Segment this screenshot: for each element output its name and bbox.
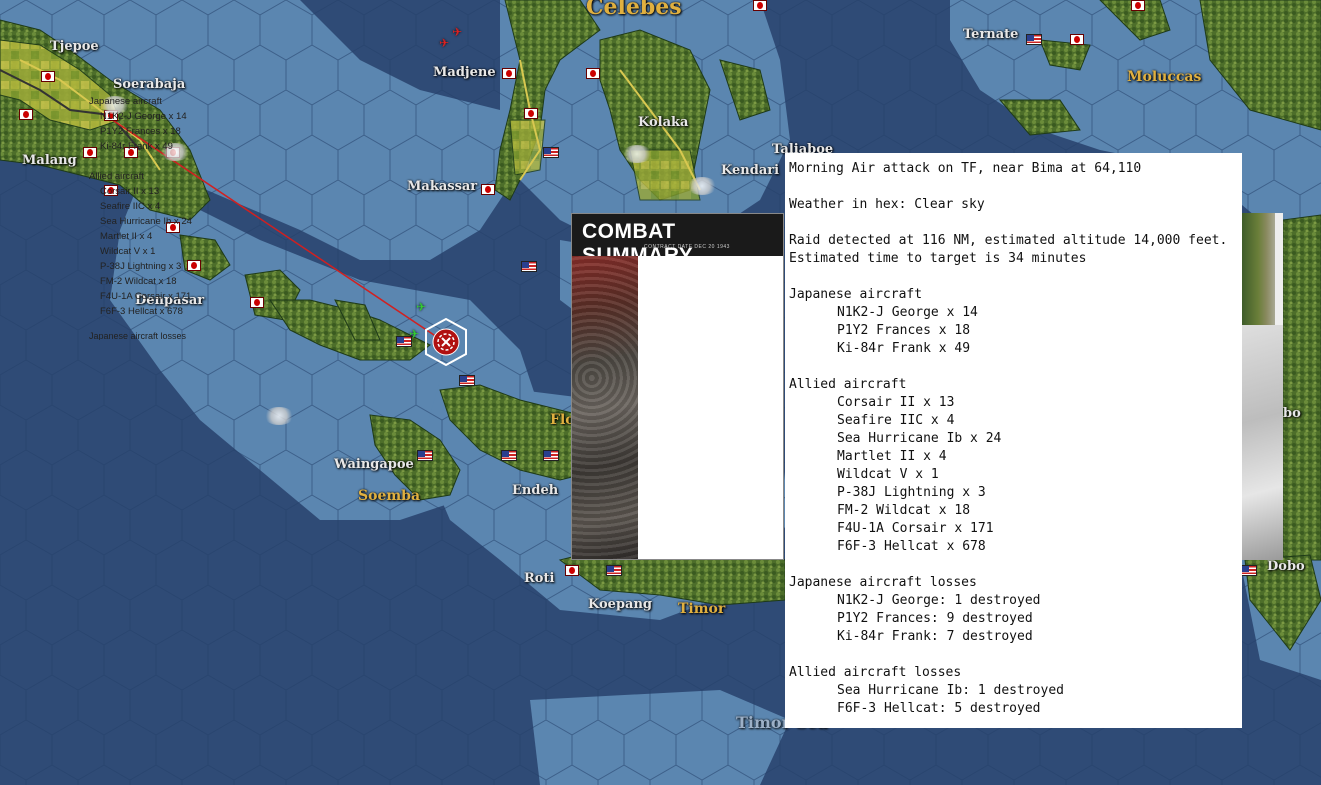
- allied-base-flag[interactable]: [1026, 34, 1042, 45]
- place-right-partial: bo: [1283, 406, 1301, 421]
- allied-base-flag[interactable]: [417, 450, 433, 461]
- japanese-base-flag[interactable]: [586, 68, 600, 79]
- summary-list-item: Seafire IIC x 4: [100, 201, 161, 212]
- report-japanese-losses-header: Japanese aircraft losses: [789, 575, 977, 590]
- report-loss-line: Sea Hurricane Ib: 1 destroyed: [837, 683, 1064, 698]
- summary-photo: [572, 256, 638, 559]
- report-aircraft-line: Seafire IIC x 4: [837, 413, 955, 428]
- japanese-base-flag[interactable]: [753, 0, 767, 11]
- report-aircraft-line: Ki-84r Frank x 49: [837, 341, 971, 356]
- region-soemba: Soemba: [358, 488, 421, 504]
- report-aircraft-line: Corsair II x 13: [837, 395, 955, 410]
- allied-base-flag[interactable]: [606, 565, 622, 576]
- weather-cloud-icon: [622, 145, 652, 163]
- region-moluccas: Moluccas: [1127, 69, 1202, 85]
- place-roti[interactable]: Roti: [524, 571, 554, 586]
- report-aircraft-line: FM-2 Wildcat x 18: [837, 503, 971, 518]
- place-soerabaja[interactable]: Soerabaja: [113, 77, 185, 92]
- japanese-base-flag[interactable]: [565, 565, 579, 576]
- place-madjene[interactable]: Madjene: [433, 65, 496, 80]
- summary-list-item: Wildcat V x 1: [100, 246, 156, 257]
- place-makassar[interactable]: Makassar: [407, 179, 477, 194]
- summary-list-item: N1K2-J George x 14: [100, 111, 187, 122]
- report-loss-line: F6F-3 Hellcat: 5 destroyed: [837, 701, 1041, 716]
- task-force-marker-icon[interactable]: [424, 318, 468, 366]
- japanese-base-flag[interactable]: [502, 68, 516, 79]
- japanese-base-flag[interactable]: [1070, 34, 1084, 45]
- report-aircraft-line: Sea Hurricane Ib x 24: [837, 431, 1002, 446]
- place-malang[interactable]: Malang: [22, 153, 77, 168]
- report-allied-losses-header: Allied aircraft losses: [789, 665, 962, 680]
- place-kolaka[interactable]: Kolaka: [638, 115, 688, 130]
- japanese-air-unit-icon[interactable]: ✈: [452, 25, 462, 39]
- summary-allied-header: Allied aircraft: [89, 171, 144, 182]
- background-photo-partial: [1242, 213, 1283, 560]
- summary-list-item: P-38J Lightning x 3: [100, 261, 182, 272]
- place-ternate[interactable]: Ternate: [963, 27, 1018, 42]
- weather-cloud-icon: [264, 407, 294, 425]
- japanese-base-flag[interactable]: [524, 108, 538, 119]
- summary-banner: COMBAT SUMMARY CONTRACT DATE DEC 20 1943: [572, 214, 783, 267]
- place-kendari[interactable]: Kendari: [721, 163, 779, 178]
- report-loss-line: N1K2-J George: 1 destroyed: [837, 593, 1041, 608]
- place-dobo[interactable]: Dobo: [1267, 559, 1305, 574]
- report-aircraft-line: N1K2-J George x 14: [837, 305, 978, 320]
- japanese-base-flag[interactable]: [41, 71, 55, 82]
- allied-air-unit-icon[interactable]: ✈: [416, 300, 426, 314]
- weather-cloud-icon: [687, 177, 717, 195]
- summary-list-item: Sea Hurricane Ib x 24: [100, 216, 192, 227]
- summary-list-item: F4U-1A Corsair x 171: [100, 291, 192, 302]
- allied-base-flag[interactable]: [543, 147, 559, 158]
- summary-japanese-header: Japanese aircraft: [89, 96, 162, 107]
- allied-base-flag[interactable]: [459, 375, 475, 386]
- japanese-base-flag[interactable]: [1131, 0, 1145, 11]
- place-tjepoe[interactable]: Tjepoe: [50, 39, 99, 54]
- place-koepang[interactable]: Koepang: [588, 597, 652, 612]
- report-aircraft-line: F6F-3 Hellcat x 678: [837, 539, 986, 554]
- report-aircraft-line: Martlet II x 4: [837, 449, 947, 464]
- summary-list-item: FM-2 Wildcat x 18: [100, 276, 177, 287]
- report-headline: Morning Air attack on TF, near Bima at 6…: [789, 161, 1142, 176]
- report-raid-detected: Raid detected at 116 NM, estimated altit…: [789, 233, 1228, 248]
- summary-list-item: Corsair II x 13: [100, 186, 160, 197]
- summary-list-item: P1Y2 Frances x 18: [100, 126, 181, 137]
- summary-paper: [638, 256, 783, 559]
- report-loss-line: Ki-84r Frank: 7 destroyed: [837, 629, 1033, 644]
- summary-list-item: Martlet II x 4: [100, 231, 153, 242]
- japanese-base-flag[interactable]: [481, 184, 495, 195]
- allied-base-flag[interactable]: [543, 450, 559, 461]
- report-aircraft-line: P1Y2 Frances x 18: [837, 323, 971, 338]
- place-endeh[interactable]: Endeh: [512, 483, 558, 498]
- report-weather: Weather in hex: Clear sky: [789, 197, 985, 212]
- summary-list-item: Ki-84r Frank x 49: [100, 141, 173, 152]
- combat-report-panel[interactable]: Morning Air attack on TF, near Bima at 6…: [785, 153, 1242, 728]
- summary-aircraft-list: Japanese aircraft N1K2-J George x 14 P1Y…: [89, 94, 192, 340]
- japanese-air-unit-icon[interactable]: ✈: [439, 36, 449, 50]
- report-aircraft-line: F4U-1A Corsair x 171: [837, 521, 994, 536]
- summary-subtitle: CONTRACT DATE DEC 20 1943: [644, 244, 730, 250]
- allied-air-unit-icon[interactable]: ✈: [409, 327, 419, 341]
- summary-losses-header-partial: Japanese aircraft losses: [89, 332, 187, 340]
- report-loss-line: P1Y2 Frances: 9 destroyed: [837, 611, 1033, 626]
- report-time-to-target: Estimated time to target is 34 minutes: [789, 251, 1087, 266]
- allied-base-flag[interactable]: [501, 450, 517, 461]
- report-japanese-header: Japanese aircraft: [789, 287, 923, 302]
- report-allied-header: Allied aircraft: [789, 377, 907, 392]
- japanese-base-flag[interactable]: [250, 297, 264, 308]
- summary-list-item: F6F-3 Hellcat x 678: [100, 306, 183, 317]
- allied-base-flag[interactable]: [1241, 565, 1257, 576]
- place-waingapoe[interactable]: Waingapoe: [334, 457, 414, 472]
- region-timor: Timor: [678, 601, 726, 617]
- region-celebes: Celebes: [586, 0, 682, 20]
- allied-base-flag[interactable]: [521, 261, 537, 272]
- combat-summary-card: COMBAT SUMMARY CONTRACT DATE DEC 20 1943: [571, 213, 784, 560]
- report-aircraft-line: P-38J Lightning x 3: [837, 485, 986, 500]
- report-aircraft-line: Wildcat V x 1: [837, 467, 939, 482]
- japanese-base-flag[interactable]: [19, 109, 33, 120]
